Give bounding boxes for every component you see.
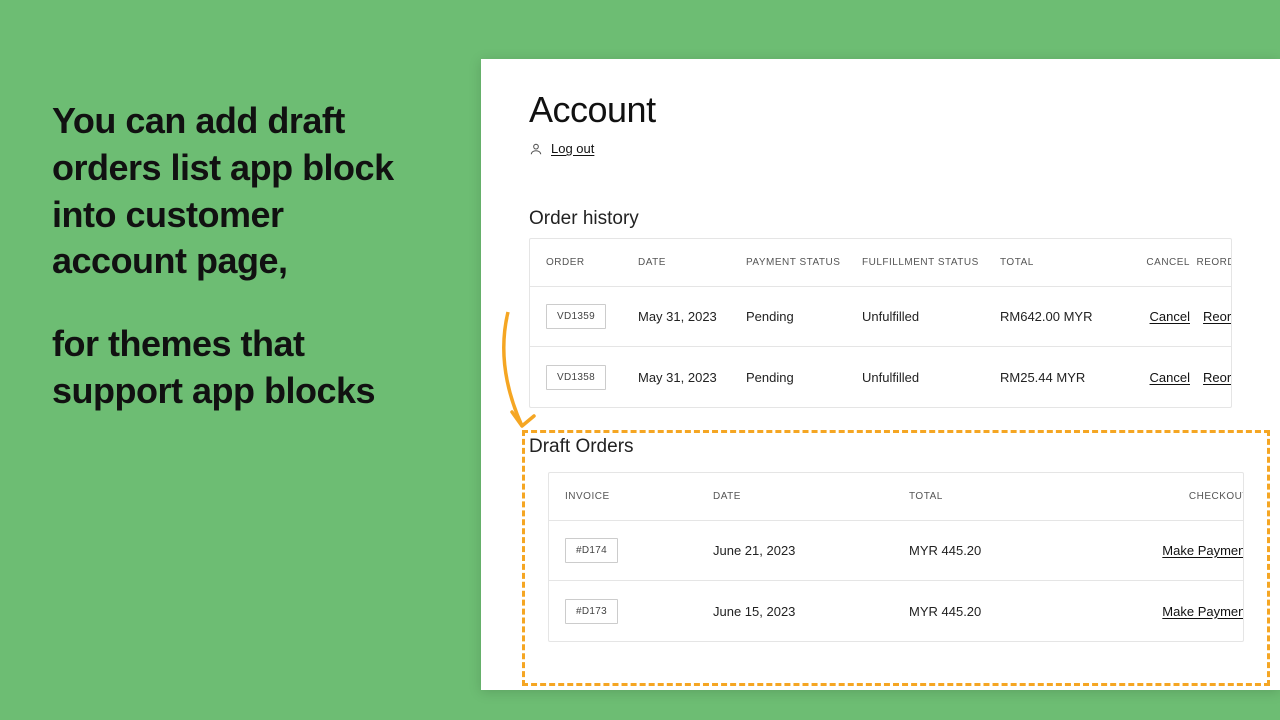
order-date: May 31, 2023 — [638, 370, 746, 385]
invoice-badge-cell: #D174 — [565, 538, 713, 563]
draft-date: June 15, 2023 — [713, 604, 909, 619]
th-invoice: INVOICE — [565, 491, 713, 502]
order-date: May 31, 2023 — [638, 309, 746, 324]
promo-line-1: You can add draft orders list app block … — [52, 100, 394, 281]
reorder-link[interactable]: Reorder — [1203, 309, 1232, 324]
th-checkout: CHECKOUT — [1119, 491, 1244, 502]
table-row: VD1358 May 31, 2023 Pending Unfulfilled … — [530, 347, 1231, 407]
order-history-title: Order history — [529, 208, 1232, 230]
cancel-cell: Cancel — [1130, 309, 1190, 324]
table-row: VD1359 May 31, 2023 Pending Unfulfilled … — [530, 287, 1231, 347]
order-fulfillment: Unfulfilled — [862, 309, 1000, 324]
reorder-cell: Reorder — [1190, 309, 1232, 324]
user-icon — [529, 142, 543, 156]
draft-date: June 21, 2023 — [713, 543, 909, 558]
invoice-badge[interactable]: #D173 — [565, 599, 618, 624]
draft-orders-title: Draft Orders — [529, 436, 1263, 458]
cancel-link[interactable]: Cancel — [1150, 370, 1190, 385]
table-row: #D174 June 21, 2023 MYR 445.20 Make Paym… — [549, 521, 1243, 581]
order-total: RM642.00 MYR — [1000, 309, 1130, 324]
th-payment: PAYMENT STATUS — [746, 257, 862, 268]
make-payment-link[interactable]: Make Payment — [1162, 543, 1244, 558]
order-badge-cell: VD1358 — [546, 365, 638, 390]
invoice-badge[interactable]: #D174 — [565, 538, 618, 563]
checkout-cell: Make Payment — [1119, 604, 1244, 619]
table-header-row: INVOICE DATE TOTAL CHECKOUT — [549, 473, 1243, 521]
th-total: TOTAL — [909, 491, 1119, 502]
promo-line-2: for themes that support app blocks — [52, 323, 375, 411]
order-fulfillment: Unfulfilled — [862, 370, 1000, 385]
th-fulfillment: FULFILLMENT STATUS — [862, 257, 1000, 268]
reorder-link[interactable]: Reorder — [1203, 370, 1232, 385]
draft-orders-table: INVOICE DATE TOTAL CHECKOUT #D174 June 2… — [548, 472, 1244, 642]
table-header-row: ORDER DATE PAYMENT STATUS FULFILLMENT ST… — [530, 239, 1231, 287]
make-payment-link[interactable]: Make Payment — [1162, 604, 1244, 619]
th-total: TOTAL — [1000, 257, 1130, 268]
cancel-link[interactable]: Cancel — [1150, 309, 1190, 324]
order-payment: Pending — [746, 370, 862, 385]
reorder-cell: Reorder — [1190, 370, 1232, 385]
logout-row: Log out — [529, 141, 1232, 156]
promo-text: You can add draft orders list app block … — [52, 98, 422, 415]
order-payment: Pending — [746, 309, 862, 324]
th-date: DATE — [713, 491, 909, 502]
table-row: #D173 June 15, 2023 MYR 445.20 Make Paym… — [549, 581, 1243, 641]
draft-total: MYR 445.20 — [909, 604, 1119, 619]
draft-orders-section: Draft Orders INVOICE DATE TOTAL CHECKOUT… — [529, 436, 1263, 642]
draft-total: MYR 445.20 — [909, 543, 1119, 558]
order-badge-cell: VD1359 — [546, 304, 638, 329]
page-title: Account — [529, 89, 1232, 131]
th-order: ORDER — [546, 257, 638, 268]
invoice-badge-cell: #D173 — [565, 599, 713, 624]
order-badge[interactable]: VD1359 — [546, 304, 606, 329]
order-total: RM25.44 MYR — [1000, 370, 1130, 385]
order-badge[interactable]: VD1358 — [546, 365, 606, 390]
order-history-table: ORDER DATE PAYMENT STATUS FULFILLMENT ST… — [529, 238, 1232, 408]
th-cancel: CANCEL — [1130, 257, 1190, 268]
th-reorder: REORDER — [1190, 257, 1232, 268]
cancel-cell: Cancel — [1130, 370, 1190, 385]
logout-link[interactable]: Log out — [551, 141, 594, 156]
checkout-cell: Make Payment — [1119, 543, 1244, 558]
th-date: DATE — [638, 257, 746, 268]
